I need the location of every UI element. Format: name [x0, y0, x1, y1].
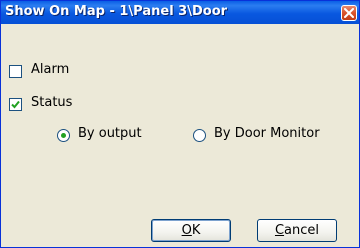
cancel-button-label: ancel [284, 223, 320, 238]
ok-button-mnemonic: O [181, 223, 192, 238]
by-output-label[interactable]: By output [78, 126, 142, 141]
status-checkbox[interactable] [9, 98, 22, 111]
ok-button-label: K [191, 223, 201, 238]
ok-button[interactable]: OK [151, 219, 231, 242]
status-label[interactable]: Status [31, 95, 72, 110]
by-output-radio[interactable] [57, 129, 70, 142]
title-bar[interactable]: Show On Map - 1\Panel 3\Door [1, 1, 359, 24]
cancel-button[interactable]: Cancel [257, 219, 337, 242]
by-door-monitor-label[interactable]: By Door Monitor [214, 126, 320, 141]
close-icon [344, 8, 354, 18]
radio-dot [61, 133, 66, 138]
by-door-monitor-radio[interactable] [193, 129, 206, 142]
check-icon [11, 100, 20, 109]
close-button[interactable] [341, 5, 357, 21]
cancel-button-mnemonic: C [274, 223, 285, 238]
alarm-label[interactable]: Alarm [31, 62, 69, 77]
show-on-map-dialog: Show On Map - 1\Panel 3\Door Alarm Statu… [0, 0, 360, 248]
alarm-checkbox[interactable] [9, 65, 22, 78]
window-title: Show On Map - 1\Panel 3\Door [5, 4, 228, 19]
